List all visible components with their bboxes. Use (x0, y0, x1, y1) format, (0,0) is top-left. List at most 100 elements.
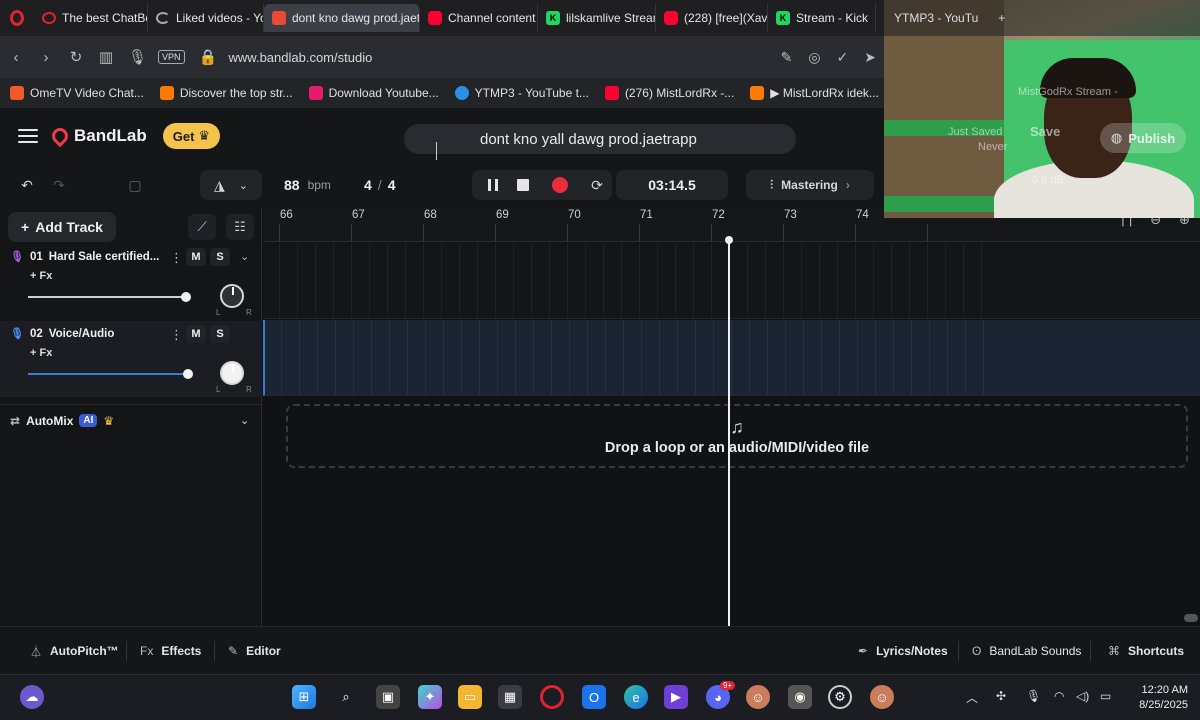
bookmark-mistlordrx[interactable]: (276) MistLordRx -... (604, 86, 734, 100)
shield-icon[interactable]: ✓ (837, 49, 849, 66)
tempo-display[interactable]: 88 bpm (284, 170, 331, 200)
bookmark-ometv[interactable]: OmeTV Video Chat... (10, 86, 144, 100)
app-avatar-icon[interactable]: ☺ (870, 685, 894, 709)
track-options-icon[interactable]: ⋮ (170, 250, 183, 266)
pan-knob[interactable] (220, 361, 244, 385)
obs-icon[interactable]: ⚙ (828, 685, 852, 709)
volume-slider-knob[interactable] (181, 292, 192, 302)
publish-button[interactable]: ◍ Publish (1100, 123, 1186, 153)
shortcuts-button[interactable]: ⌘ Shortcuts (1108, 627, 1184, 675)
lyrics-notes-button[interactable]: ✒ Lyrics/Notes (858, 627, 948, 675)
browser-tab-kick-stream[interactable]: K lilskamlive Stream (538, 4, 656, 32)
browser-tab-liked-videos[interactable]: Liked videos - You (148, 4, 264, 32)
widgets-icon[interactable]: ☁ (20, 685, 44, 709)
camera-app-icon[interactable]: ◉ (788, 685, 812, 709)
mute-button[interactable]: M (186, 248, 206, 266)
chevron-up-icon[interactable]: ︿ (966, 689, 978, 706)
task-view-icon[interactable]: ▣ (376, 685, 400, 709)
redo-button[interactable]: ↷ (44, 170, 74, 200)
metronome-button[interactable]: ◮ ⌄ (200, 170, 262, 200)
battery-icon[interactable]: ▭ (1100, 689, 1111, 703)
add-fx-button[interactable]: + Fx (30, 270, 52, 282)
opera-icon[interactable] (540, 685, 564, 709)
send-icon[interactable]: ➤ (864, 49, 876, 66)
windows-start-icon[interactable]: ⊞ (292, 685, 316, 709)
project-title-input[interactable]: dont kno yall dawg prod.jaetrapp (404, 124, 796, 154)
camera-icon[interactable]: ◎ (808, 49, 820, 66)
system-clock[interactable]: 12:20 AM 8/25/2025 (1139, 683, 1188, 713)
horizontal-scrollbar[interactable] (1184, 614, 1198, 622)
mute-button[interactable]: M (186, 325, 206, 343)
add-track-button[interactable]: + Add Track (8, 212, 116, 242)
snap-button[interactable]: ▢ (120, 170, 150, 200)
track-row[interactable]: 🎙 02 Voice/Audio ⋮ M S + Fx L R (0, 321, 262, 397)
microphone-icon[interactable]: 🎙 (128, 48, 147, 66)
app-avatar-icon[interactable]: ☺ (746, 685, 770, 709)
clipchamp-icon[interactable]: ▶ (664, 685, 688, 709)
url-field[interactable]: www.bandlab.com/studio (229, 50, 767, 65)
edge-icon[interactable]: e (624, 685, 648, 709)
save-button[interactable]: Save (1030, 124, 1060, 139)
vpn-badge[interactable]: VPN (158, 50, 185, 64)
autopitch-button[interactable]: ⏃ AutoPitch™ (30, 627, 119, 675)
stop-button[interactable] (510, 170, 536, 200)
back-icon[interactable]: ‹ (8, 49, 24, 66)
chevron-down-icon[interactable]: ⌄ (240, 414, 249, 427)
browser-tab-chatbot[interactable]: The best ChatBot (34, 4, 148, 32)
edit-icon[interactable]: ✎ (781, 49, 793, 66)
automix-row[interactable]: ⇄ AutoMix AI ♛ ⌄ (0, 404, 262, 436)
file-explorer-icon[interactable]: ▭ (458, 685, 482, 709)
playhead-handle[interactable] (725, 236, 733, 244)
loop-button[interactable]: ⟳ (584, 170, 610, 200)
effects-button[interactable]: Fx Effects (140, 627, 201, 675)
bookmark-ytmp3[interactable]: YTMP3 - YouTube t... (454, 86, 589, 100)
add-fx-button[interactable]: + Fx (30, 347, 52, 359)
browser-tab-youtube-free[interactable]: (228) [free](Xavier (656, 4, 768, 32)
track-row[interactable]: 🎙 01 Hard Sale certified... ⋮ M S ⌄ + Fx… (0, 244, 262, 320)
wifi-icon[interactable]: ◠ (1054, 689, 1064, 703)
volume-slider-track[interactable] (28, 296, 188, 298)
outlook-icon[interactable]: O (582, 685, 606, 709)
bandlab-logo[interactable]: BandLab (48, 124, 147, 148)
bookmark-mistlordrx-idek[interactable]: ▶ MistLordRx idek... (750, 86, 879, 100)
bookmark-download-youtube[interactable]: Download Youtube... (308, 86, 439, 100)
volume-icon[interactable]: ◁) (1076, 689, 1089, 703)
chevron-down-icon[interactable]: ⌄ (240, 250, 249, 263)
solo-button[interactable]: S (210, 248, 230, 266)
browser-tab-stream-kick[interactable]: K Stream - Kick (768, 4, 876, 32)
mixer-button[interactable]: ☷ (226, 214, 254, 240)
bandlab-sounds-button[interactable]: ʘ BandLab Sounds (972, 627, 1081, 675)
pan-knob[interactable] (220, 284, 244, 308)
track-name[interactable]: Hard Sale certified... (49, 251, 160, 263)
get-membership-button[interactable]: Get ♛ (162, 123, 221, 149)
record-button[interactable] (546, 170, 574, 200)
track-options-icon[interactable]: ⋮ (170, 327, 183, 343)
reload-icon[interactable]: ↻ (68, 48, 84, 66)
drop-zone[interactable]: ♫ Drop a loop or an audio/MIDI/video fil… (286, 404, 1188, 468)
menu-icon[interactable] (18, 129, 38, 143)
tiles-icon[interactable]: ▥ (98, 48, 114, 66)
volume-slider-knob[interactable] (183, 369, 193, 379)
time-signature[interactable]: 4 / 4 (364, 170, 395, 200)
search-icon[interactable]: ⌕ (334, 685, 358, 709)
track-name[interactable]: Voice/Audio (49, 328, 115, 340)
opera-menu-button[interactable] (0, 0, 34, 36)
playhead[interactable] (728, 238, 730, 626)
solo-button[interactable]: S (210, 325, 230, 343)
forward-icon[interactable]: › (38, 49, 54, 66)
browser-tab-channel-content[interactable]: Channel content (420, 4, 538, 32)
undo-button[interactable]: ↶ (12, 170, 42, 200)
store-icon[interactable]: ▦ (498, 685, 522, 709)
tune-button[interactable]: ⟋ (188, 214, 216, 240)
microphone-icon[interactable]: 🎙 (1026, 689, 1041, 703)
copilot-icon[interactable]: ✦ (418, 685, 442, 709)
editor-button[interactable]: ✎ Editor (228, 627, 281, 675)
bookmark-discover[interactable]: Discover the top str... (159, 86, 293, 100)
tray-app-icon[interactable]: ✣ (996, 689, 1006, 703)
pause-button[interactable] (480, 170, 506, 200)
browser-tab-bandlab[interactable]: dont kno dawg prod.jaetr (264, 4, 420, 32)
mastering-button[interactable]: ⫶ Mastering › (746, 170, 874, 200)
volume-slider-track[interactable] (28, 373, 188, 375)
track-lane[interactable] (263, 243, 1200, 319)
track-lane-selected[interactable] (263, 320, 1200, 396)
